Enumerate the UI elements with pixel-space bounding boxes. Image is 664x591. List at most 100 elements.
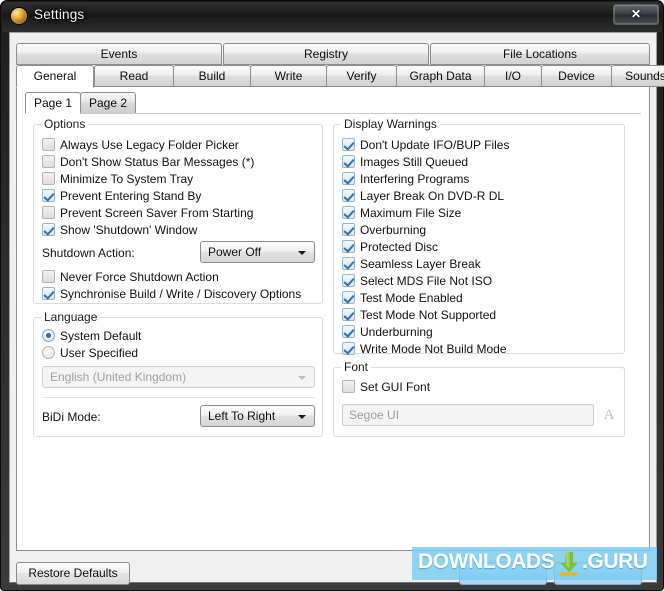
- checkbox-box: [42, 138, 55, 151]
- checkbox-never-force-shutdown-action[interactable]: Never Force Shutdown Action: [42, 268, 219, 285]
- checkbox-label: Underburning: [360, 324, 433, 339]
- tab-build[interactable]: Build: [173, 65, 251, 87]
- radio-button: [42, 329, 55, 342]
- checkbox-underburning[interactable]: Underburning: [342, 323, 433, 340]
- checkbox-box: [42, 287, 55, 300]
- radio-button: [42, 346, 55, 359]
- checkbox-box: [342, 206, 355, 219]
- checkbox-synchronise-build-write-discovery-options[interactable]: Synchronise Build / Write / Discovery Op…: [42, 285, 301, 302]
- client-area: Events Registry File Locations General R…: [9, 32, 664, 585]
- checkbox-label: Maximum File Size: [360, 205, 462, 220]
- checkbox-box: [342, 172, 355, 185]
- shutdown-action-label: Shutdown Action:: [42, 246, 135, 260]
- chevron-down-icon: [298, 415, 306, 419]
- tab-general[interactable]: General: [16, 65, 94, 88]
- tab-row-2: General Read Build Write Verify Graph Da…: [16, 65, 664, 88]
- language-group-title: Language: [41, 310, 101, 324]
- window-title: Settings: [34, 7, 85, 22]
- bidi-mode-dropdown[interactable]: Left To Right: [200, 405, 315, 427]
- download-arrow-icon: [560, 552, 578, 576]
- options-group-title: Options: [41, 117, 89, 131]
- checkbox-show-shutdown-window[interactable]: Show 'Shutdown' Window: [42, 221, 197, 238]
- tab-read[interactable]: Read: [94, 65, 174, 87]
- display-warnings-group-title: Display Warnings: [341, 117, 440, 131]
- inner-tab-strip: Page 1 Page 2: [25, 92, 641, 114]
- checkbox-overburning[interactable]: Overburning: [342, 221, 426, 238]
- radio-user-specified[interactable]: User Specified: [42, 344, 138, 361]
- checkbox-prevent-screen-saver-from-starting[interactable]: Prevent Screen Saver From Starting: [42, 204, 253, 221]
- checkbox-box: [42, 172, 55, 185]
- inner-tab-page-2[interactable]: Page 2: [80, 92, 136, 114]
- settings-window: Settings ✕ Events Registry File Location…: [0, 0, 664, 591]
- checkbox-minimize-to-system-tray[interactable]: Minimize To System Tray: [42, 170, 193, 187]
- checkbox-label: Synchronise Build / Write / Discovery Op…: [60, 286, 302, 301]
- checkbox-label: Select MDS File Not ISO: [360, 273, 493, 288]
- checkbox-label: Test Mode Not Supported: [360, 307, 497, 322]
- tab-row-1: Events Registry File Locations: [16, 43, 650, 65]
- gui-font-field[interactable]: Segoe UI: [342, 404, 594, 426]
- checkbox-label: Layer Break On DVD-R DL: [360, 188, 505, 203]
- tab-page-general: Page 1 Page 2 Options Always Use Legacy …: [16, 86, 650, 551]
- checkbox-box: [342, 325, 355, 338]
- checkbox-write-mode-not-build-mode[interactable]: Write Mode Not Build Mode: [342, 340, 507, 357]
- tab-registry[interactable]: Registry: [223, 43, 429, 65]
- checkbox-test-mode-enabled[interactable]: Test Mode Enabled: [342, 289, 463, 306]
- close-button[interactable]: ✕: [613, 4, 659, 25]
- language-dropdown[interactable]: English (United Kingdom): [42, 366, 315, 388]
- watermark-text-1: DOWNLOADS: [418, 550, 555, 573]
- checkbox-dont-show-status-bar-messages[interactable]: Don't Show Status Bar Messages (*): [42, 153, 254, 170]
- tab-io[interactable]: I/O: [484, 65, 542, 87]
- tab-verify[interactable]: Verify: [326, 65, 397, 87]
- checkbox-box: [42, 270, 55, 283]
- checkbox-box: [342, 380, 355, 393]
- checkbox-box: [342, 223, 355, 236]
- checkbox-dont-update-ifo-bup-files[interactable]: Don't Update IFO/BUP Files: [342, 136, 509, 153]
- checkbox-label: Minimize To System Tray: [60, 171, 194, 186]
- tab-write[interactable]: Write: [250, 65, 327, 87]
- checkbox-box: [342, 189, 355, 202]
- restore-defaults-button[interactable]: Restore Defaults: [16, 562, 130, 585]
- checkbox-label: Set GUI Font: [360, 379, 431, 394]
- checkbox-box: [342, 274, 355, 287]
- checkbox-box: [342, 291, 355, 304]
- shutdown-action-dropdown[interactable]: Power Off: [200, 241, 315, 263]
- checkbox-label: Images Still Queued: [360, 154, 469, 169]
- bidi-mode-label: BiDi Mode:: [42, 410, 101, 424]
- checkbox-layer-break-on-dvd-r-dl[interactable]: Layer Break On DVD-R DL: [342, 187, 504, 204]
- title-bar[interactable]: Settings ✕: [1, 1, 664, 32]
- font-picker-icon[interactable]: A: [600, 406, 618, 424]
- checkbox-images-still-queued[interactable]: Images Still Queued: [342, 153, 468, 170]
- checkbox-interfering-programs[interactable]: Interfering Programs: [342, 170, 469, 187]
- checkbox-set-gui-font[interactable]: Set GUI Font: [342, 378, 430, 395]
- checkbox-label: Show 'Shutdown' Window: [60, 222, 198, 237]
- checkbox-maximum-file-size[interactable]: Maximum File Size: [342, 204, 461, 221]
- checkbox-label: Test Mode Enabled: [360, 290, 463, 305]
- checkbox-select-mds-file-not-iso[interactable]: Select MDS File Not ISO: [342, 272, 492, 289]
- radio-system-default[interactable]: System Default: [42, 327, 141, 344]
- checkbox-seamless-layer-break[interactable]: Seamless Layer Break: [342, 255, 481, 272]
- checkbox-box: [42, 206, 55, 219]
- tab-graph-data[interactable]: Graph Data: [396, 65, 485, 87]
- checkbox-always-use-legacy-folder-picker[interactable]: Always Use Legacy Folder Picker: [42, 136, 239, 153]
- tab-sounds[interactable]: Sounds: [611, 65, 664, 87]
- checkbox-box: [342, 308, 355, 321]
- checkbox-box: [342, 342, 355, 355]
- checkbox-label: Prevent Entering Stand By: [60, 188, 202, 203]
- tab-events[interactable]: Events: [16, 43, 222, 65]
- language-value: English (United Kingdom): [50, 370, 187, 384]
- checkbox-box: [42, 189, 55, 202]
- tab-device[interactable]: Device: [541, 65, 612, 87]
- checkbox-test-mode-not-supported[interactable]: Test Mode Not Supported: [342, 306, 496, 323]
- font-group: Font Set GUI Font Segoe UI A: [333, 360, 625, 437]
- checkbox-protected-disc[interactable]: Protected Disc: [342, 238, 438, 255]
- radio-label: System Default: [60, 328, 142, 343]
- inner-tab-page-1[interactable]: Page 1: [25, 92, 81, 114]
- checkbox-label: Protected Disc: [360, 239, 439, 254]
- checkbox-label: Never Force Shutdown Action: [60, 269, 219, 284]
- checkbox-box: [42, 155, 55, 168]
- tab-file-locations[interactable]: File Locations: [430, 43, 650, 65]
- checkbox-prevent-entering-stand-by[interactable]: Prevent Entering Stand By: [42, 187, 201, 204]
- checkbox-label: Prevent Screen Saver From Starting: [60, 205, 254, 220]
- radio-label: User Specified: [60, 345, 139, 360]
- display-warnings-group: Display Warnings Don't Update IFO/BUP Fi…: [333, 117, 625, 357]
